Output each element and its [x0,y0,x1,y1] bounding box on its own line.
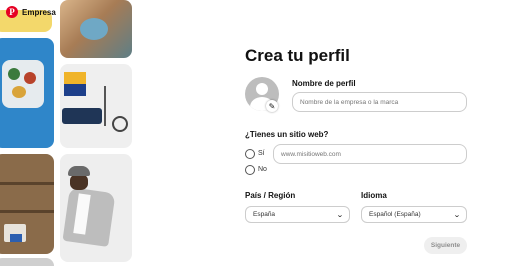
chevron-down-icon: ⌄ [453,211,461,219]
header: P Empresa [0,0,56,24]
collage-image-bottom [0,258,54,266]
collage-image-man-walking [60,154,132,262]
next-button[interactable]: Siguiente [424,237,467,254]
brand-label: Empresa [22,7,56,17]
radio-yes-label: Sí [258,150,265,157]
country-select[interactable]: España ⌄ [245,206,350,223]
language-select[interactable]: Español (España) ⌄ [361,206,467,223]
image-collage [0,0,140,266]
radio-no-label: No [258,166,267,173]
language-label: Idioma [361,191,387,200]
profile-name-label: Nombre de perfil [292,79,356,88]
language-select-value: Español (España) [369,211,421,218]
country-select-value: España [253,211,276,218]
radio-no[interactable] [245,165,255,175]
pencil-icon[interactable]: ✎ [266,100,278,112]
chevron-down-icon: ⌄ [336,211,344,219]
pinterest-logo-icon[interactable]: P [6,6,18,18]
website-input[interactable]: www.misitioweb.com [273,144,467,164]
collage-image-living-room [60,64,132,148]
collage-image-shelves [0,154,54,254]
collage-image-food-plate [0,38,54,148]
profile-name-input[interactable]: Nombre de la empresa o la marca [292,92,467,112]
collage-image-drink [60,0,132,58]
radio-yes[interactable] [245,149,255,159]
website-question-label: ¿Tienes un sitio web? [245,130,329,139]
country-label: País / Región [245,191,296,200]
page-title: Crea tu perfil [245,46,350,65]
